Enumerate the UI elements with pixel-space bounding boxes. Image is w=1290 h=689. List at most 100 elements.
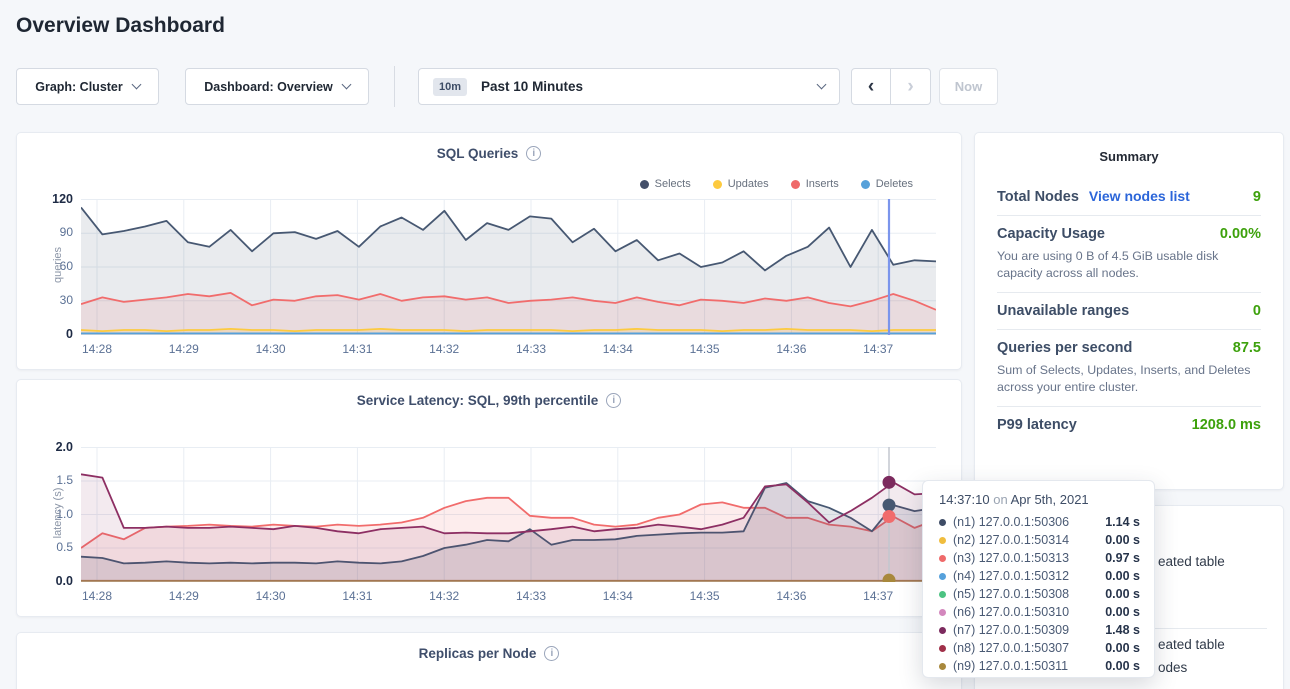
tooltip-node-value: 1.48 s <box>1105 623 1140 637</box>
sql-queries-plot[interactable] <box>81 199 936 335</box>
y-axis-tick-label: 60 <box>29 259 73 273</box>
summary-title: Summary <box>997 149 1261 164</box>
now-button[interactable]: Now <box>939 68 998 105</box>
event-item-fragment: eated table <box>1158 554 1225 569</box>
legend-dot-icon <box>861 180 870 189</box>
node-series-dot-icon <box>939 591 946 598</box>
legend-dot-icon <box>713 180 722 189</box>
node-series-dot-icon <box>939 519 946 526</box>
y-axis-tick-label: 90 <box>29 225 73 239</box>
y-axis-tick-label: 1.5 <box>29 473 73 487</box>
legend-item-inserts[interactable]: Inserts <box>791 178 839 190</box>
x-axis-tick-label: 14:29 <box>160 342 208 356</box>
summary-row-p99-latency: P99 latency 1208.0 ms <box>997 407 1261 443</box>
x-axis-tick-label: 14:35 <box>681 342 729 356</box>
summary-row-qps: Queries per second 87.5 <box>997 330 1261 366</box>
y-axis-tick-label: 2.0 <box>29 440 73 454</box>
chart-legend: Selects Updates Inserts Deletes <box>640 178 913 190</box>
tooltip-node-value: 0.00 s <box>1105 605 1140 619</box>
x-axis-tick-label: 14:28 <box>73 342 121 356</box>
dashboard-dropdown[interactable]: Dashboard: Overview <box>185 68 369 105</box>
y-axis-tick-label: 1.0 <box>29 507 73 521</box>
view-nodes-list-link[interactable]: View nodes list <box>1089 188 1190 204</box>
legend-item-deletes[interactable]: Deletes <box>861 178 913 190</box>
time-range-picker[interactable]: 10m Past 10 Minutes <box>418 68 840 105</box>
service-latency-chart-card: Service Latency: SQL, 99th percentile 14… <box>16 379 962 617</box>
replicas-per-node-chart-card: Replicas per Node <box>16 632 962 689</box>
sql-queries-chart-card: SQL Queries Selects Updates Inserts Deletes… <box>16 132 962 370</box>
graph-dropdown[interactable]: Graph: Cluster <box>16 68 159 105</box>
tooltip-node-row: (n8) 127.0.0.1:503070.00 s <box>939 639 1140 657</box>
info-icon[interactable] <box>544 646 559 661</box>
summary-row-total-nodes: Total Nodes View nodes list 9 <box>997 178 1261 215</box>
event-item-fragment: odes <box>1158 660 1187 675</box>
x-axis-tick-label: 14:29 <box>160 589 208 603</box>
x-axis-tick-label: 14:33 <box>507 589 555 603</box>
chevron-down-icon <box>341 80 351 90</box>
chart-plot-svg[interactable] <box>81 447 936 582</box>
node-series-dot-icon <box>939 663 946 670</box>
tooltip-node-name: (n2) 127.0.0.1:50314 <box>953 533 1098 547</box>
info-icon[interactable] <box>526 146 541 161</box>
x-axis-tick-label: 14:36 <box>767 342 815 356</box>
x-axis-tick-label: 14:37 <box>854 342 902 356</box>
total-nodes-label: Total Nodes <box>997 189 1079 205</box>
capacity-usage-label: Capacity Usage <box>997 226 1105 242</box>
tooltip-node-row: (n6) 127.0.0.1:503100.00 s <box>939 603 1140 621</box>
tooltip-timestamp: 14:37:10 on Apr 5th, 2021 <box>939 492 1140 507</box>
y-axis-tick-label: 30 <box>29 293 73 307</box>
y-axis-tick-label: 0.0 <box>29 574 73 588</box>
tooltip-node-name: (n3) 127.0.0.1:50313 <box>953 551 1098 565</box>
time-range-label: Past 10 Minutes <box>481 79 818 94</box>
tooltip-node-value: 0.00 s <box>1105 659 1140 673</box>
overview-dashboard-screen: Overview Dashboard Graph: Cluster Dashbo… <box>0 0 1290 689</box>
tooltip-node-value: 0.00 s <box>1105 641 1140 655</box>
node-series-dot-icon <box>939 537 946 544</box>
total-nodes-value: 9 <box>1253 189 1261 205</box>
tooltip-node-name: (n7) 127.0.0.1:50309 <box>953 623 1098 637</box>
unavailable-ranges-label: Unavailable ranges <box>997 303 1129 319</box>
x-axis-tick-label: 14:36 <box>767 589 815 603</box>
legend-item-updates[interactable]: Updates <box>713 178 769 190</box>
tooltip-node-name: (n5) 127.0.0.1:50308 <box>953 587 1098 601</box>
x-axis-tick-label: 14:28 <box>73 589 121 603</box>
x-axis-tick-label: 14:30 <box>247 589 295 603</box>
qps-desc: Sum of Selects, Updates, Inserts, and De… <box>997 362 1261 406</box>
tooltip-node-row: (n1) 127.0.0.1:503061.14 s <box>939 513 1140 531</box>
x-axis-tick-label: 14:32 <box>420 342 468 356</box>
time-next-button[interactable]: › <box>891 68 931 105</box>
x-axis-tick-label: 14:37 <box>854 589 902 603</box>
capacity-usage-desc: You are using 0 B of 4.5 GiB usable disk… <box>997 248 1261 292</box>
y-axis-tick-label: 0.5 <box>29 540 73 554</box>
info-icon[interactable] <box>606 393 621 408</box>
tooltip-node-name: (n4) 127.0.0.1:50312 <box>953 569 1098 583</box>
legend-label: Inserts <box>806 178 839 190</box>
qps-label: Queries per second <box>997 340 1132 356</box>
x-axis-tick-label: 14:34 <box>594 589 642 603</box>
service-latency-plot[interactable] <box>81 447 936 582</box>
x-axis-tick-label: 14:34 <box>594 342 642 356</box>
chevron-down-icon <box>817 80 827 90</box>
time-prev-button[interactable]: ‹ <box>851 68 891 105</box>
chart-title-sql-queries: SQL Queries <box>437 146 519 161</box>
legend-item-selects[interactable]: Selects <box>640 178 691 190</box>
y-axis-tick-label: 0 <box>29 327 73 341</box>
summary-row-capacity-usage: Capacity Usage 0.00% <box>997 216 1261 252</box>
p99-latency-label: P99 latency <box>997 417 1077 433</box>
y-axis-unit-label: queries <box>52 230 64 300</box>
tooltip-node-value: 1.14 s <box>1105 515 1140 529</box>
tooltip-node-value: 0.00 s <box>1105 587 1140 601</box>
chart-title-replicas-per-node: Replicas per Node <box>419 646 537 661</box>
x-axis-tick-label: 14:31 <box>333 589 381 603</box>
legend-label: Selects <box>655 178 691 190</box>
chart-hover-tooltip: 14:37:10 on Apr 5th, 2021 (n1) 127.0.0.1… <box>922 480 1155 678</box>
qps-value: 87.5 <box>1233 340 1261 356</box>
events-divider <box>1155 628 1267 629</box>
x-axis-tick-label: 14:35 <box>681 589 729 603</box>
node-series-dot-icon <box>939 645 946 652</box>
capacity-usage-value: 0.00% <box>1220 226 1261 242</box>
summary-row-unavailable-ranges: Unavailable ranges 0 <box>997 293 1261 329</box>
node-series-dot-icon <box>939 573 946 580</box>
x-axis-tick-label: 14:31 <box>333 342 381 356</box>
chart-plot-svg[interactable] <box>81 199 936 335</box>
